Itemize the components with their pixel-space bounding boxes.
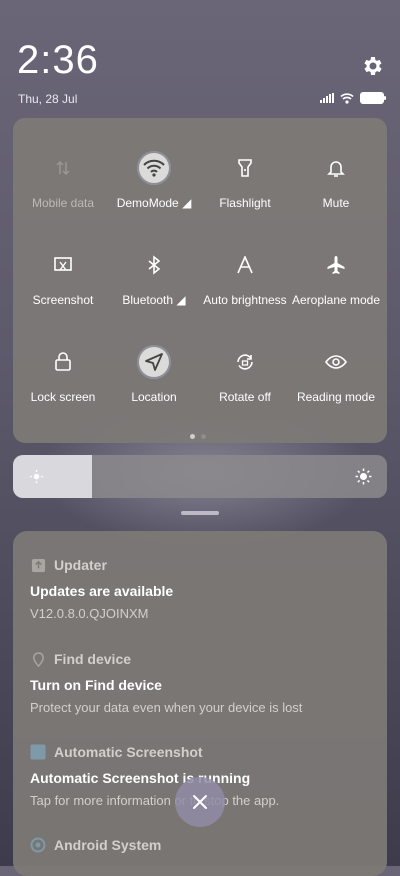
- battery-icon: [360, 92, 386, 104]
- rotate-lock-icon: [228, 345, 262, 379]
- tile-label: Rotate off: [219, 390, 271, 404]
- clear-notifications-button[interactable]: [175, 777, 225, 827]
- brightness-high-icon: [355, 468, 372, 485]
- drag-handle[interactable]: [181, 511, 219, 515]
- tile-label: DemoMode ◢: [116, 196, 192, 210]
- location-icon: [137, 345, 171, 379]
- flashlight-icon: [228, 151, 262, 185]
- tile-label: Screenshot: [32, 293, 94, 307]
- bluetooth-icon: [137, 248, 171, 282]
- page-indicator: [190, 434, 206, 439]
- tile-label: Reading mode: [296, 390, 376, 404]
- status-icons: [320, 92, 386, 104]
- eye-icon: [319, 345, 353, 379]
- tile-label: Auto brightness: [203, 293, 287, 307]
- notification-updater[interactable]: Updater Updates are available V12.0.8.0.…: [30, 557, 370, 621]
- airplane-icon: [319, 248, 353, 282]
- notification-app-name: Find device: [54, 651, 132, 667]
- screenshot-icon: [46, 248, 80, 282]
- tile-lock[interactable]: Lock screen: [17, 330, 109, 418]
- tile-airplane[interactable]: Aeroplane mode: [290, 233, 382, 321]
- notification-body: Protect your data even when your device …: [30, 700, 303, 715]
- tile-eye[interactable]: Reading mode: [290, 330, 382, 418]
- tile-flashlight[interactable]: Flashlight: [199, 136, 291, 224]
- bell-icon: [319, 151, 353, 185]
- wifi-icon: [137, 151, 171, 185]
- tile-label: Mobile data: [31, 196, 95, 210]
- clock: 2:36: [17, 38, 99, 82]
- tile-label: Flashlight: [219, 196, 271, 210]
- brightness-slider[interactable]: [13, 455, 387, 498]
- find-device-icon: [30, 651, 46, 667]
- page-dot-active: [190, 434, 195, 439]
- mobile-data-icon: [46, 151, 80, 185]
- auto-brightness-icon: [228, 248, 262, 282]
- tile-label: Bluetooth ◢: [122, 293, 186, 307]
- date: Thu, 28 Jul: [18, 92, 78, 106]
- status-header: 2:36 Thu, 28 Jul: [0, 0, 400, 115]
- notification-app-name: Automatic Screenshot: [54, 744, 203, 760]
- tile-location[interactable]: Location: [108, 330, 200, 418]
- brightness-low-icon: [29, 469, 44, 484]
- notification-body: V12.0.8.0.QJOINXM: [30, 606, 149, 621]
- tile-bell[interactable]: Mute: [290, 136, 382, 224]
- notification-android-system[interactable]: Android System: [30, 837, 370, 853]
- updater-icon: [30, 557, 46, 573]
- notification-title: Updates are available: [30, 583, 174, 599]
- android-system-icon: [30, 837, 46, 853]
- page-dot-inactive: [201, 434, 206, 439]
- notification-app-name: Updater: [54, 557, 107, 573]
- tile-label: Lock screen: [30, 390, 96, 404]
- tile-label: Location: [131, 390, 177, 404]
- settings-gear-icon[interactable]: [360, 54, 384, 78]
- wifi-status-icon: [340, 92, 354, 104]
- tile-rotate-lock[interactable]: Rotate off: [199, 330, 291, 418]
- tile-label: Mute: [322, 196, 350, 210]
- tile-label: Aeroplane mode: [291, 293, 381, 307]
- tile-auto-brightness[interactable]: Auto brightness: [199, 233, 291, 321]
- tile-screenshot[interactable]: Screenshot: [17, 233, 109, 321]
- tile-mobile-data[interactable]: Mobile data: [17, 136, 109, 224]
- auto-screenshot-icon: [30, 744, 46, 760]
- notification-title: Turn on Find device: [30, 677, 162, 693]
- lock-icon: [46, 345, 80, 379]
- notification-app-name: Android System: [54, 837, 162, 853]
- close-icon: [193, 795, 207, 809]
- brightness-fill: [13, 455, 92, 498]
- signal-icon: [320, 93, 334, 103]
- tile-wifi[interactable]: DemoMode ◢: [108, 136, 200, 224]
- notification-find-device[interactable]: Find device Turn on Find device Protect …: [30, 651, 370, 715]
- tile-bluetooth[interactable]: Bluetooth ◢: [108, 233, 200, 321]
